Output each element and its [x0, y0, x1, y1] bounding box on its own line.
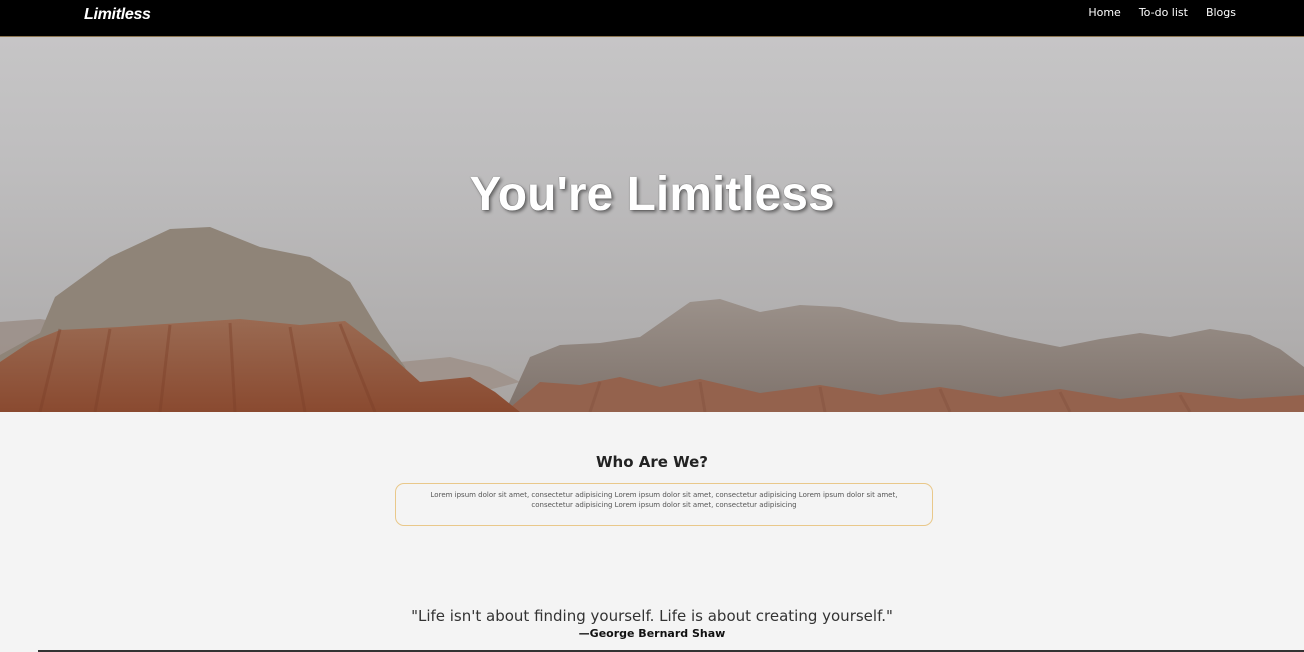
brand-logo[interactable]: Limitless — [84, 6, 151, 24]
top-navbar: Limitless Home To-do list Blogs — [0, 0, 1304, 37]
nav-link-todo-list[interactable]: To-do list — [1139, 6, 1188, 19]
about-description-text: Lorem ipsum dolor sit amet, consectetur … — [430, 491, 898, 509]
quote-text: "Life isn't about finding yourself. Life… — [411, 607, 893, 625]
nav-link-blogs[interactable]: Blogs — [1206, 6, 1236, 19]
main-nav: Home To-do list Blogs — [1088, 6, 1236, 19]
nav-link-home[interactable]: Home — [1088, 6, 1120, 19]
about-description-card: Lorem ipsum dolor sit amet, consectetur … — [395, 483, 933, 526]
quote-author: —George Bernard Shaw — [578, 627, 726, 640]
hero-title: You're Limitless — [469, 168, 835, 221]
about-section-title: Who Are We? — [595, 453, 709, 471]
hero-banner: You're Limitless — [0, 37, 1304, 412]
mountain-landscape-image — [0, 227, 1304, 412]
